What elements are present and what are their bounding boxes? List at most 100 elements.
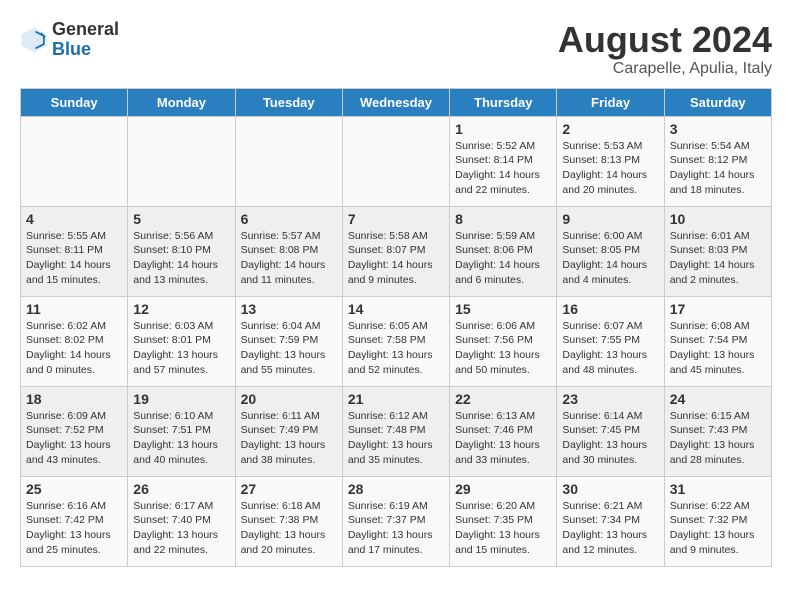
header-friday: Friday [557, 88, 664, 116]
table-row: 3 Sunrise: 5:54 AM Sunset: 8:12 PM Daylig… [664, 116, 771, 206]
cell-info: Sunrise: 5:58 AM Sunset: 8:07 PM Dayligh… [348, 229, 444, 288]
cell-info: Sunrise: 6:00 AM Sunset: 8:05 PM Dayligh… [562, 229, 658, 288]
table-row: 27 Sunrise: 6:18 AM Sunset: 7:38 PM Dayli… [235, 476, 342, 566]
table-row: 15Sunrise: 6:06 AM Sunset: 7:56 PM Dayli… [450, 296, 557, 386]
cell-info: Sunrise: 6:20 AM Sunset: 7:35 PM Dayligh… [455, 499, 551, 558]
table-row: 2 Sunrise: 5:53 AM Sunset: 8:13 PM Daylig… [557, 116, 664, 206]
table-row [21, 116, 128, 206]
date-number: 9 [562, 211, 658, 227]
table-row: 22Sunrise: 6:13 AM Sunset: 7:46 PM Dayli… [450, 386, 557, 476]
table-row: 20 Sunrise: 6:11 AM Sunset: 7:49 PM Dayli… [235, 386, 342, 476]
table-row: 28 Sunrise: 6:19 AM Sunset: 7:37 PM Dayli… [342, 476, 449, 566]
logo-general: General [52, 19, 119, 39]
table-row: 18 Sunrise: 6:09 AM Sunset: 7:52 PM Dayli… [21, 386, 128, 476]
date-number: 20 [241, 391, 337, 407]
date-number: 26 [133, 481, 229, 497]
cell-info: Sunrise: 6:09 AM Sunset: 7:52 PM Dayligh… [26, 409, 122, 468]
table-row: 21 Sunrise: 6:12 AM Sunset: 7:48 PM Dayli… [342, 386, 449, 476]
date-number: 2 [562, 121, 658, 137]
date-number: 13 [241, 301, 337, 317]
month-year: August 2024 [558, 20, 772, 60]
table-row: 29 Sunrise: 6:20 AM Sunset: 7:35 PM Dayli… [450, 476, 557, 566]
header-thursday: Thursday [450, 88, 557, 116]
week-row-3: 11 Sunrise: 6:02 AM Sunset: 8:02 PM Dayli… [21, 296, 772, 386]
cell-info: Sunrise: 6:22 AM Sunset: 7:32 PM Dayligh… [670, 499, 766, 558]
cell-info: Sunrise: 6:18 AM Sunset: 7:38 PM Dayligh… [241, 499, 337, 558]
date-number: 27 [241, 481, 337, 497]
date-number: 6 [241, 211, 337, 227]
cell-info: Sunrise: 6:11 AM Sunset: 7:49 PM Dayligh… [241, 409, 337, 468]
header-saturday: Saturday [664, 88, 771, 116]
table-row: 25 Sunrise: 6:16 AM Sunset: 7:42 PM Dayli… [21, 476, 128, 566]
date-number: 5 [133, 211, 229, 227]
date-number: 21 [348, 391, 444, 407]
date-number: 18 [26, 391, 122, 407]
header-monday: Monday [128, 88, 235, 116]
table-row: 14Sunrise: 6:05 AM Sunset: 7:58 PM Dayli… [342, 296, 449, 386]
table-row: 7Sunrise: 5:58 AM Sunset: 8:07 PM Daylig… [342, 206, 449, 296]
date-number: 3 [670, 121, 766, 137]
generalblue-logo-icon [20, 26, 48, 54]
table-row: 19 Sunrise: 6:10 AM Sunset: 7:51 PM Dayli… [128, 386, 235, 476]
table-row: 11 Sunrise: 6:02 AM Sunset: 8:02 PM Dayli… [21, 296, 128, 386]
cell-info: Sunrise: 5:56 AM Sunset: 8:10 PM Dayligh… [133, 229, 229, 288]
date-number: 15 [455, 301, 551, 317]
table-row: 26 Sunrise: 6:17 AM Sunset: 7:40 PM Dayli… [128, 476, 235, 566]
logo-blue: Blue [52, 39, 91, 59]
table-row [128, 116, 235, 206]
cell-info: Sunrise: 6:10 AM Sunset: 7:51 PM Dayligh… [133, 409, 229, 468]
table-row: 12 Sunrise: 6:03 AM Sunset: 8:01 PM Dayli… [128, 296, 235, 386]
date-number: 4 [26, 211, 122, 227]
date-number: 11 [26, 301, 122, 317]
cell-info: Sunrise: 6:03 AM Sunset: 8:01 PM Dayligh… [133, 319, 229, 378]
cell-info: Sunrise: 5:54 AM Sunset: 8:12 PM Dayligh… [670, 139, 766, 198]
table-row: 8Sunrise: 5:59 AM Sunset: 8:06 PM Daylig… [450, 206, 557, 296]
cell-info: Sunrise: 6:13 AM Sunset: 7:46 PM Dayligh… [455, 409, 551, 468]
cell-info: Sunrise: 5:57 AM Sunset: 8:08 PM Dayligh… [241, 229, 337, 288]
header-wednesday: Wednesday [342, 88, 449, 116]
title-section: August 2024 Carapelle, Apulia, Italy [558, 20, 772, 78]
date-number: 31 [670, 481, 766, 497]
header-tuesday: Tuesday [235, 88, 342, 116]
cell-info: Sunrise: 6:19 AM Sunset: 7:37 PM Dayligh… [348, 499, 444, 558]
date-number: 29 [455, 481, 551, 497]
header-sunday: Sunday [21, 88, 128, 116]
table-row: 24 Sunrise: 6:15 AM Sunset: 7:43 PM Dayli… [664, 386, 771, 476]
cell-info: Sunrise: 6:07 AM Sunset: 7:55 PM Dayligh… [562, 319, 658, 378]
week-row-1: 1Sunrise: 5:52 AM Sunset: 8:14 PM Daylig… [21, 116, 772, 206]
date-number: 24 [670, 391, 766, 407]
date-number: 10 [670, 211, 766, 227]
table-row: 17 Sunrise: 6:08 AM Sunset: 7:54 PM Dayli… [664, 296, 771, 386]
table-row: 30 Sunrise: 6:21 AM Sunset: 7:34 PM Dayli… [557, 476, 664, 566]
page-header: General Blue August 2024 Carapelle, Apul… [20, 20, 772, 78]
table-row: 23 Sunrise: 6:14 AM Sunset: 7:45 PM Dayli… [557, 386, 664, 476]
cell-info: Sunrise: 6:04 AM Sunset: 7:59 PM Dayligh… [241, 319, 337, 378]
date-number: 30 [562, 481, 658, 497]
cell-info: Sunrise: 6:15 AM Sunset: 7:43 PM Dayligh… [670, 409, 766, 468]
date-number: 25 [26, 481, 122, 497]
week-row-5: 25 Sunrise: 6:16 AM Sunset: 7:42 PM Dayli… [21, 476, 772, 566]
table-row [342, 116, 449, 206]
date-number: 16 [562, 301, 658, 317]
date-number: 19 [133, 391, 229, 407]
cell-info: Sunrise: 5:53 AM Sunset: 8:13 PM Dayligh… [562, 139, 658, 198]
table-row [235, 116, 342, 206]
cell-info: Sunrise: 6:21 AM Sunset: 7:34 PM Dayligh… [562, 499, 658, 558]
logo-text: General Blue [52, 20, 119, 60]
week-row-4: 18 Sunrise: 6:09 AM Sunset: 7:52 PM Dayli… [21, 386, 772, 476]
cell-info: Sunrise: 6:17 AM Sunset: 7:40 PM Dayligh… [133, 499, 229, 558]
cell-info: Sunrise: 6:16 AM Sunset: 7:42 PM Dayligh… [26, 499, 122, 558]
table-row: 10 Sunrise: 6:01 AM Sunset: 8:03 PM Dayli… [664, 206, 771, 296]
table-row: 6 Sunrise: 5:57 AM Sunset: 8:08 PM Daylig… [235, 206, 342, 296]
cell-info: Sunrise: 6:14 AM Sunset: 7:45 PM Dayligh… [562, 409, 658, 468]
date-number: 8 [455, 211, 551, 227]
cell-info: Sunrise: 6:02 AM Sunset: 8:02 PM Dayligh… [26, 319, 122, 378]
date-number: 28 [348, 481, 444, 497]
date-number: 12 [133, 301, 229, 317]
cell-info: Sunrise: 5:55 AM Sunset: 8:11 PM Dayligh… [26, 229, 122, 288]
date-number: 23 [562, 391, 658, 407]
date-number: 17 [670, 301, 766, 317]
cell-info: Sunrise: 6:08 AM Sunset: 7:54 PM Dayligh… [670, 319, 766, 378]
cell-info: Sunrise: 6:01 AM Sunset: 8:03 PM Dayligh… [670, 229, 766, 288]
cell-info: Sunrise: 6:12 AM Sunset: 7:48 PM Dayligh… [348, 409, 444, 468]
